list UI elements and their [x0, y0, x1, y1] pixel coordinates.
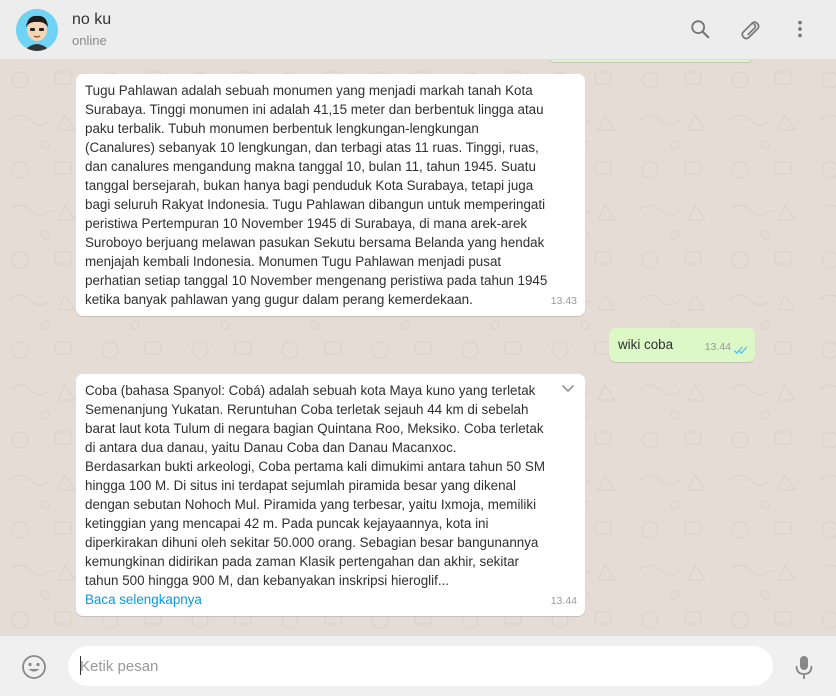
avatar[interactable]: [16, 9, 58, 51]
scrollbar[interactable]: [830, 60, 836, 636]
message-text: Coba (bahasa Spanyol: Cobá) adalah sebua…: [85, 383, 545, 588]
chat-header: no ku online: [0, 0, 836, 60]
outgoing-message[interactable]: wiki coba 13.44: [609, 328, 755, 362]
chevron-down-icon[interactable]: [559, 380, 577, 398]
message-time: 13.43: [550, 295, 577, 307]
chat-area[interactable]: Tugu Pahlawan adalah sebuah monumen yang…: [0, 60, 836, 636]
double-check-read-icon: [733, 346, 748, 355]
avatar-image: [16, 9, 58, 51]
read-more-link[interactable]: Baca selengkapnya: [85, 590, 559, 609]
microphone-icon[interactable]: [794, 655, 814, 681]
menu-icon[interactable]: [787, 16, 813, 42]
message-text: Tugu Pahlawan adalah sebuah monumen yang…: [85, 83, 548, 307]
emoji-icon[interactable]: [21, 654, 47, 680]
message-time: 13.44: [704, 341, 731, 353]
message-text: wiki coba: [618, 337, 674, 352]
contact-name[interactable]: no ku: [72, 11, 111, 29]
incoming-message[interactable]: Coba (bahasa Spanyol: Cobá) adalah sebua…: [76, 374, 585, 616]
text-caret: [80, 656, 81, 675]
attach-icon[interactable]: [737, 16, 763, 42]
contact-status: online: [72, 33, 107, 48]
message-time: 13.44: [550, 595, 577, 607]
compose-bar: [0, 636, 836, 696]
message-input[interactable]: [68, 646, 773, 686]
search-icon[interactable]: [687, 16, 713, 42]
previous-outgoing-bubble: [548, 60, 754, 62]
incoming-message[interactable]: Tugu Pahlawan adalah sebuah monumen yang…: [76, 74, 585, 316]
